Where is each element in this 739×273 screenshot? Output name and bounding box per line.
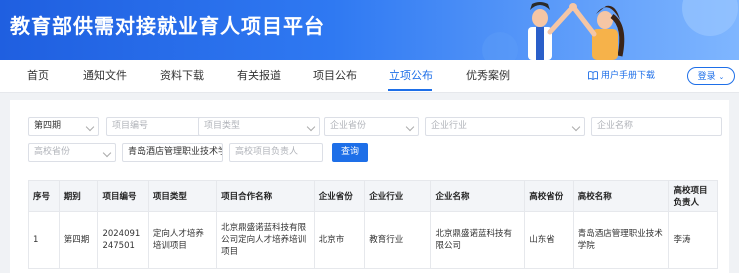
table-row: 1 第四期 2024091247501 定向人才培养培训项目 北京鼎盛诺蓝科技有… (28, 211, 718, 269)
nav-item-downloads[interactable]: 资料下载 (160, 60, 204, 92)
col-index: 序号 (28, 180, 60, 212)
nav-item-excellent-cases[interactable]: 优秀案例 (466, 60, 510, 92)
book-icon (588, 71, 598, 81)
cell-company-province: 北京市 (313, 211, 366, 269)
manual-download-label: 用户手册下载 (601, 71, 656, 81)
cell-project-name: 北京鼎盛诺蓝科技有限公司定向人才培养培训项目 (216, 211, 315, 269)
col-college-leader: 高校项目负责人 (668, 180, 718, 212)
site-title: 教育部供需对接就业育人项目平台 (10, 14, 325, 38)
college-leader-input[interactable]: 高校项目负责人 (229, 143, 323, 162)
period-select[interactable]: 第四期 (28, 117, 99, 136)
chevron-down-icon (85, 122, 95, 132)
nav-item-home[interactable]: 首页 (27, 60, 49, 92)
nav-item-approval-publish[interactable]: 立项公布 (389, 60, 433, 92)
col-project-no: 项目编号 (97, 180, 149, 212)
login-button[interactable]: 登录 ⌄ (687, 67, 735, 85)
col-company-name: 企业名称 (430, 180, 526, 212)
cell-period: 第四期 (58, 211, 99, 269)
banner-illustration (482, 0, 738, 60)
search-button[interactable]: 查询 (332, 143, 368, 162)
table-header-row: 序号 期别 项目编号 项目类型 项目合作名称 企业省份 企业行业 企业名称 高校… (28, 180, 718, 212)
results-table: 序号 期别 项目编号 项目类型 项目合作名称 企业省份 企业行业 企业名称 高校… (28, 180, 718, 269)
main-nav: 首页 通知文件 资料下载 有关报道 项目公布 立项公布 优秀案例 用户手册下载 (0, 60, 739, 93)
chevron-down-icon (571, 122, 581, 132)
cell-project-no: 2024091247501 (97, 211, 149, 269)
col-company-province: 企业省份 (313, 180, 366, 212)
chevron-down-icon (405, 122, 415, 132)
cell-index: 1 (28, 211, 60, 269)
col-company-industry: 企业行业 (364, 180, 432, 212)
chevron-down-icon (306, 122, 316, 132)
cell-college-name: 青岛酒店管理职业技术学院 (572, 211, 670, 269)
manual-download-link[interactable]: 用户手册下载 (588, 60, 655, 92)
company-province-select[interactable]: 企业省份 (324, 117, 419, 136)
chevron-down-icon: ⌄ (718, 73, 725, 81)
col-project-name: 项目合作名称 (216, 180, 315, 212)
col-college-province: 高校省份 (524, 180, 574, 212)
cell-college-province: 山东省 (524, 211, 574, 269)
content-card: 第四期 项目编号 项目类型 企业省份 企业行业 企业名称 高校省份 青岛酒店管理… (10, 100, 729, 273)
cell-project-type: 定向人才培养培训项目 (147, 211, 218, 269)
active-tab-indicator (388, 89, 432, 91)
login-label: 登录 (697, 72, 716, 82)
project-type-select[interactable]: 项目类型 (198, 117, 320, 136)
company-name-input[interactable]: 企业名称 (591, 117, 722, 136)
nav-item-reports[interactable]: 有关报道 (237, 60, 281, 92)
header-banner: 教育部供需对接就业育人项目平台 (0, 0, 739, 60)
col-college-name: 高校名称 (572, 180, 670, 212)
col-period: 期别 (58, 180, 99, 212)
company-industry-select[interactable]: 企业行业 (425, 117, 585, 136)
cell-company-industry: 教育行业 (364, 211, 432, 269)
cell-company-name: 北京鼎盛诺蓝科技有限公司 (430, 211, 526, 269)
col-project-type: 项目类型 (147, 180, 218, 212)
nav-item-notice-files[interactable]: 通知文件 (83, 60, 127, 92)
chevron-down-icon (102, 148, 112, 158)
nav-item-project-publish[interactable]: 项目公布 (313, 60, 357, 92)
cell-college-leader: 李涛 (668, 211, 718, 269)
college-province-select[interactable]: 高校省份 (28, 143, 116, 162)
college-name-input[interactable]: 青岛酒店管理职业技术学院 (122, 143, 223, 162)
project-no-input[interactable]: 项目编号 (106, 117, 204, 136)
